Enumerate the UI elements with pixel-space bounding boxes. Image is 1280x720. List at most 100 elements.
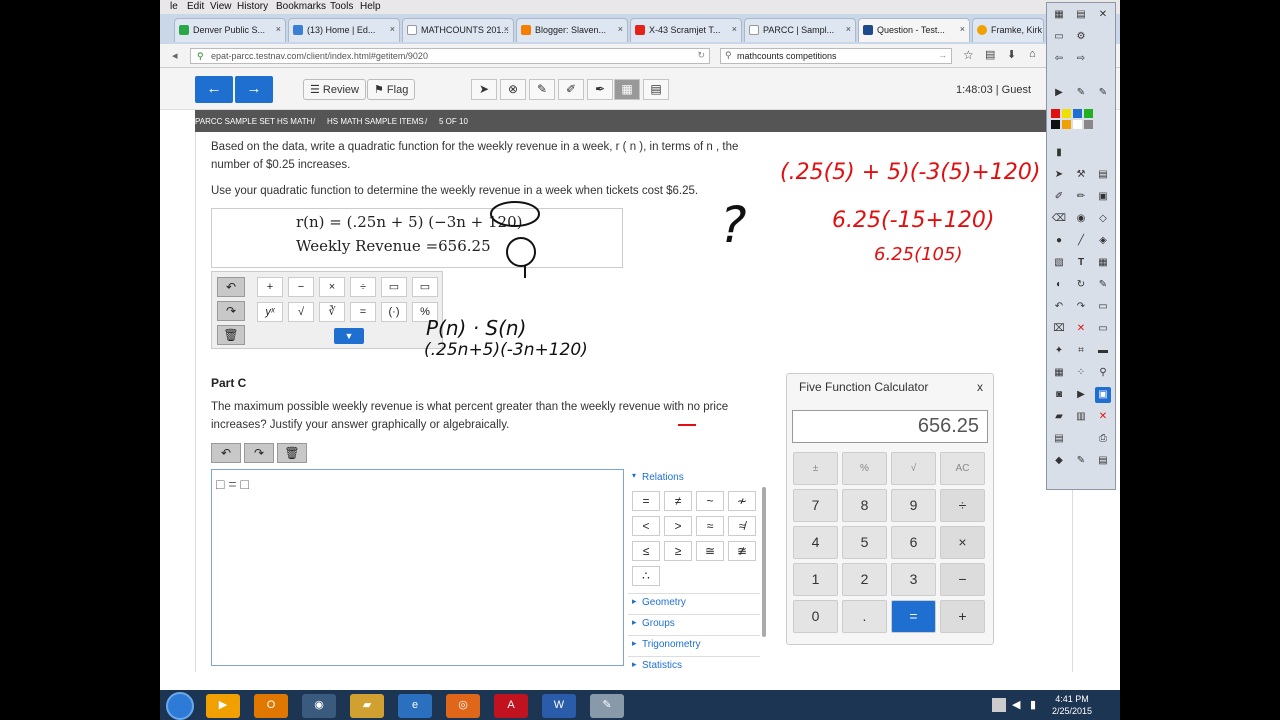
toolbox-image-icon[interactable]: ▧ — [1051, 255, 1067, 271]
calc-key-2[interactable]: 2 — [842, 563, 887, 596]
outlook-icon[interactable]: O — [254, 694, 288, 718]
calc-key-6[interactable]: 6 — [891, 526, 936, 559]
word-icon[interactable]: W — [542, 694, 576, 718]
calc-key-multiply[interactable]: × — [940, 526, 985, 559]
toolbox-fill-icon[interactable]: ● — [1051, 233, 1067, 249]
calculator-title: Five Function Calculator — [799, 380, 929, 394]
internet-explorer-icon[interactable]: e — [398, 694, 432, 718]
calc-key-9[interactable]: 9 — [891, 489, 936, 522]
toolbox-pages-icon[interactable]: ▥ — [1073, 409, 1089, 425]
toolbox-settings-icon[interactable]: ⚙ — [1073, 29, 1089, 45]
color-yellow-swatch[interactable] — [1062, 109, 1071, 118]
ink-circle-top — [490, 201, 540, 227]
firefox-icon[interactable]: ◎ — [446, 694, 480, 718]
toolbox-select-icon[interactable]: ➤ — [1051, 167, 1067, 183]
toolbox-shapes-icon[interactable]: ◇ — [1095, 211, 1111, 227]
toolbox-lock-icon[interactable]: ▤ — [1051, 431, 1067, 447]
toolbox-brush-icon[interactable]: ✎ — [1095, 277, 1111, 293]
color-white-swatch[interactable] — [1073, 120, 1082, 129]
calc-key-decimal[interactable]: . — [842, 600, 887, 633]
media-player-icon[interactable]: ▶ — [206, 694, 240, 718]
explorer-folder-icon[interactable]: ▰ — [350, 694, 384, 718]
acrobat-icon[interactable]: A — [494, 694, 528, 718]
toolbox-edit-icon[interactable]: ✎ — [1073, 453, 1089, 469]
toolbox-pen-icon[interactable]: ✎ — [1073, 85, 1089, 101]
smart-notebook-icon[interactable]: ✎ — [590, 694, 624, 718]
toolbox-dots-icon[interactable]: ⁘ — [1073, 365, 1089, 381]
calc-key-3[interactable]: 3 — [891, 563, 936, 596]
toolbox-slider-icon[interactable]: ▮ — [1051, 145, 1067, 161]
screen: le Edit View History Bookmarks Tools Hel… — [160, 0, 1120, 720]
color-red-swatch[interactable] — [1051, 109, 1060, 118]
toolbox-close-icon[interactable]: ✕ — [1095, 7, 1111, 23]
clock-date: 2/25/2015 — [1052, 706, 1093, 716]
chrome-icon[interactable]: ◉ — [302, 694, 336, 718]
calc-key-7[interactable]: 7 — [793, 489, 838, 522]
toolbox-eraser-icon[interactable]: ⌫ — [1051, 211, 1067, 227]
toolbox-stamp-icon[interactable]: ▣ — [1095, 189, 1111, 205]
toolbox-play-icon[interactable]: ▶ — [1051, 85, 1067, 101]
calc-key-sqrt[interactable]: √ — [891, 452, 936, 485]
toolbox-layer-icon[interactable]: ▭ — [1095, 299, 1111, 315]
toolbox-text-icon[interactable]: T — [1073, 255, 1089, 271]
toolbox-line-icon[interactable]: ╱ — [1073, 233, 1089, 249]
toolbox-clear-icon[interactable]: ⌧ — [1051, 321, 1067, 337]
calc-key-8[interactable]: 8 — [842, 489, 887, 522]
toolbox-refresh-icon[interactable]: ↻ — [1073, 277, 1089, 293]
toolbox-table-icon[interactable]: ▦ — [1095, 255, 1111, 271]
start-button[interactable] — [166, 692, 194, 720]
calculator-close-icon[interactable]: x — [977, 380, 983, 394]
network-icon[interactable]: ▮ — [1030, 698, 1036, 711]
volume-icon[interactable]: ◀ — [1012, 698, 1020, 711]
color-green-swatch[interactable] — [1084, 109, 1093, 118]
toolbox-grip-icon[interactable]: ▦ — [1051, 7, 1067, 23]
letterbox-left — [0, 0, 160, 720]
toolbox-stack-icon[interactable]: ◆ — [1051, 453, 1067, 469]
toolbox-camera-icon[interactable]: ◙ — [1051, 387, 1067, 403]
toolbox-tools-icon[interactable]: ⚒ — [1073, 167, 1089, 183]
toolbox-ruler-icon[interactable]: ▬ — [1095, 343, 1111, 359]
toolbox-grid-icon[interactable]: ▦ — [1051, 365, 1067, 381]
calc-key-divide[interactable]: ÷ — [940, 489, 985, 522]
color-gray-swatch[interactable] — [1084, 120, 1093, 129]
toolbox-record-icon[interactable]: ◐ — [1051, 277, 1067, 293]
toolbox-crop-icon[interactable]: ⌗ — [1073, 343, 1089, 359]
toolbox-blank-icon[interactable]: ▭ — [1095, 321, 1111, 337]
color-orange-swatch[interactable] — [1062, 120, 1071, 129]
tray-screen-icon[interactable] — [992, 698, 1006, 712]
toolbox-copy2-icon[interactable]: ▤ — [1095, 453, 1111, 469]
toolbox-page-icon[interactable]: ▭ — [1051, 29, 1067, 45]
color-black-swatch[interactable] — [1051, 120, 1060, 129]
toolbox-print-icon[interactable]: ⎙ — [1095, 431, 1111, 447]
toolbox-video-icon[interactable]: ▶ — [1073, 387, 1089, 403]
toolbox-wand-icon[interactable]: ✦ — [1051, 343, 1067, 359]
toolbox-cube-icon[interactable]: ◈ — [1095, 233, 1111, 249]
calc-key-5[interactable]: 5 — [842, 526, 887, 559]
toolbox-exit-icon[interactable]: ✕ — [1095, 409, 1111, 425]
toolbox-zoom-icon[interactable]: ⚲ — [1095, 365, 1111, 381]
toolbox-delete-icon[interactable]: ✕ — [1073, 321, 1089, 337]
calc-key-add[interactable]: + — [940, 600, 985, 633]
color-blue-swatch[interactable] — [1073, 109, 1082, 118]
toolbox-back-icon[interactable]: ⇦ — [1051, 51, 1067, 67]
calc-key-0[interactable]: 0 — [793, 600, 838, 633]
calc-key-subtract[interactable]: − — [940, 563, 985, 596]
calc-key-clear[interactable]: AC — [940, 452, 985, 485]
calc-key-percent[interactable]: % — [842, 452, 887, 485]
calc-key-plus-minus[interactable]: ± — [793, 452, 838, 485]
toolbox-folder-icon[interactable]: ▰ — [1051, 409, 1067, 425]
ink-toolbox: ▦ ▤ ✕ ▭ ⚙ ⇦ ⇨ ▶ ✎ ✎ ▮ ➤ ⚒ ▤ ✐ ✏ ▣ ⌫ ◉ ◇ … — [1046, 2, 1116, 490]
toolbox-undo-icon[interactable]: ↶ — [1051, 299, 1067, 315]
toolbox-redo-icon[interactable]: ↷ — [1073, 299, 1089, 315]
toolbox-copy-icon[interactable]: ▤ — [1073, 7, 1089, 23]
toolbox-marker-icon[interactable]: ✐ — [1051, 189, 1067, 205]
toolbox-screen-icon[interactable]: ▣ — [1095, 387, 1111, 403]
toolbox-pencil-icon[interactable]: ✏ — [1073, 189, 1089, 205]
toolbox-pen2-icon[interactable]: ✎ — [1095, 85, 1111, 101]
calc-key-4[interactable]: 4 — [793, 526, 838, 559]
calc-key-1[interactable]: 1 — [793, 563, 838, 596]
toolbox-bucket-icon[interactable]: ◉ — [1073, 211, 1089, 227]
calc-key-equals[interactable]: = — [891, 600, 936, 633]
toolbox-save-icon[interactable]: ▤ — [1095, 167, 1111, 183]
toolbox-forward-icon[interactable]: ⇨ — [1073, 51, 1089, 67]
